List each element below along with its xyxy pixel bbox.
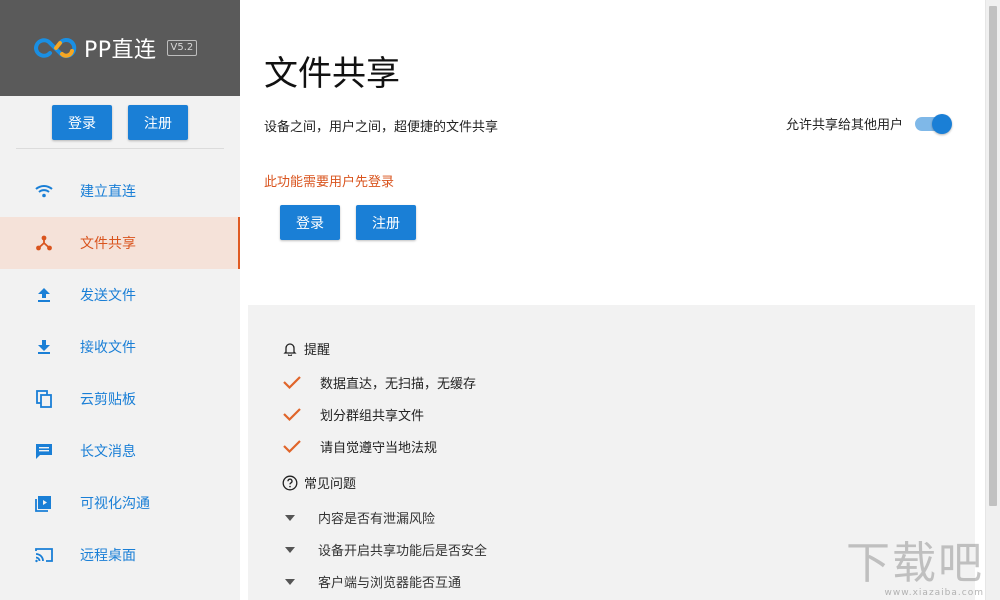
- faq-item-text: 内容是否有泄漏风险: [318, 512, 436, 527]
- question-circle-icon: [282, 475, 298, 491]
- sidebar: PP直连 V5.2 登录 注册 建立直连 文件共享 发送文件 接收文件 云剪贴板…: [0, 0, 240, 600]
- caret-down-icon: [284, 512, 296, 524]
- vertical-scrollbar[interactable]: [985, 0, 1000, 600]
- sidebar-item-long-message[interactable]: 长文消息: [0, 425, 240, 477]
- download-icon: [34, 337, 54, 357]
- message-icon: [34, 441, 54, 461]
- sidebar-item-receive-file[interactable]: 接收文件: [0, 321, 240, 373]
- sidebar-item-connect[interactable]: 建立直连: [0, 165, 240, 217]
- reminder-item-text: 划分群组共享文件: [320, 408, 425, 424]
- reminder-item: 划分群组共享文件: [282, 404, 424, 424]
- share-toggle-label: 允许共享给其他用户: [785, 118, 903, 133]
- reminder-item-text: 请自觉遵守当地法规: [320, 440, 438, 456]
- watermark-url: www.xiazaiba.com: [884, 588, 984, 598]
- caret-down-icon: [284, 576, 296, 588]
- wifi-icon: [34, 181, 54, 201]
- faq-title: 常见问题: [304, 477, 357, 492]
- faq-item-text: 设备开启共享功能后是否安全: [318, 544, 488, 559]
- upload-icon: [34, 285, 54, 305]
- sidebar-register-button[interactable]: 注册: [128, 105, 188, 140]
- reminder-title: 提醒: [304, 343, 331, 358]
- watermark: 下载吧 www.xiazaiba.com: [846, 538, 984, 599]
- faq-item[interactable]: 设备开启共享功能后是否安全: [284, 540, 487, 559]
- faq-item-text: 客户端与浏览器能否互通: [318, 576, 462, 591]
- sidebar-item-remote-desktop[interactable]: 远程桌面: [0, 529, 240, 581]
- toggle-knob: [932, 113, 952, 134]
- sidebar-divider: [16, 148, 224, 149]
- sidebar-item-label: 接收文件: [80, 340, 136, 356]
- sidebar-login-button[interactable]: 登录: [52, 105, 112, 140]
- share-toggle-row: 允许共享给其他用户: [785, 113, 952, 134]
- page-title: 文件共享: [264, 54, 400, 94]
- main-login-button[interactable]: 登录: [280, 205, 340, 240]
- main-auth-row: 登录 注册: [280, 205, 416, 240]
- check-icon: [283, 408, 301, 422]
- sidebar-nav: 建立直连 文件共享 发送文件 接收文件 云剪贴板 长文消息 可视化沟通 远程桌面: [0, 165, 240, 581]
- main-content: 文件共享 设备之间，用户之间，超便捷的文件共享 允许共享给其他用户 此功能需要用…: [240, 0, 985, 600]
- scrollbar-thumb[interactable]: [989, 6, 997, 506]
- reminder-heading: 提醒: [282, 339, 330, 358]
- sidebar-item-label: 云剪贴板: [80, 392, 136, 408]
- version-badge: V5.2: [166, 40, 198, 56]
- sidebar-item-label: 远程桌面: [80, 548, 136, 564]
- sidebar-item-label: 可视化沟通: [80, 496, 150, 512]
- brand-header: PP直连 V5.2: [0, 0, 240, 96]
- reminder-item: 数据直达，无扫描，无缓存: [282, 372, 476, 392]
- sidebar-item-send-file[interactable]: 发送文件: [0, 269, 240, 321]
- cast-icon: [34, 545, 54, 565]
- sidebar-item-label: 文件共享: [80, 236, 136, 252]
- main-register-button[interactable]: 注册: [356, 205, 416, 240]
- share-toggle-switch[interactable]: [915, 113, 952, 134]
- sidebar-item-visual-communication[interactable]: 可视化沟通: [0, 477, 240, 529]
- copy-icon: [34, 389, 54, 409]
- page-subtitle: 设备之间，用户之间，超便捷的文件共享: [264, 120, 499, 135]
- share-icon: [34, 233, 54, 253]
- watermark-logo: 下载吧: [846, 538, 984, 589]
- faq-heading: 常见问题: [282, 473, 356, 492]
- caret-down-icon: [284, 544, 296, 556]
- check-icon: [283, 376, 301, 390]
- faq-item[interactable]: 客户端与浏览器能否互通: [284, 572, 461, 591]
- login-required-warning: 此功能需要用户先登录: [264, 175, 395, 190]
- video-icon: [34, 493, 54, 513]
- bell-icon: [282, 341, 298, 357]
- sidebar-item-label: 长文消息: [80, 444, 136, 460]
- brand-name: PP直连: [84, 38, 157, 63]
- sidebar-item-file-share[interactable]: 文件共享: [0, 217, 240, 269]
- check-icon: [283, 440, 301, 454]
- reminder-item-text: 数据直达，无扫描，无缓存: [320, 376, 477, 392]
- sidebar-item-cloud-clipboard[interactable]: 云剪贴板: [0, 373, 240, 425]
- sidebar-item-label: 发送文件: [80, 288, 136, 304]
- sidebar-item-label: 建立直连: [80, 184, 136, 200]
- reminder-item: 请自觉遵守当地法规: [282, 436, 437, 456]
- pp-logo-icon: [34, 38, 77, 58]
- sidebar-auth-row: 登录 注册: [0, 96, 240, 148]
- faq-item[interactable]: 内容是否有泄漏风险: [284, 508, 435, 527]
